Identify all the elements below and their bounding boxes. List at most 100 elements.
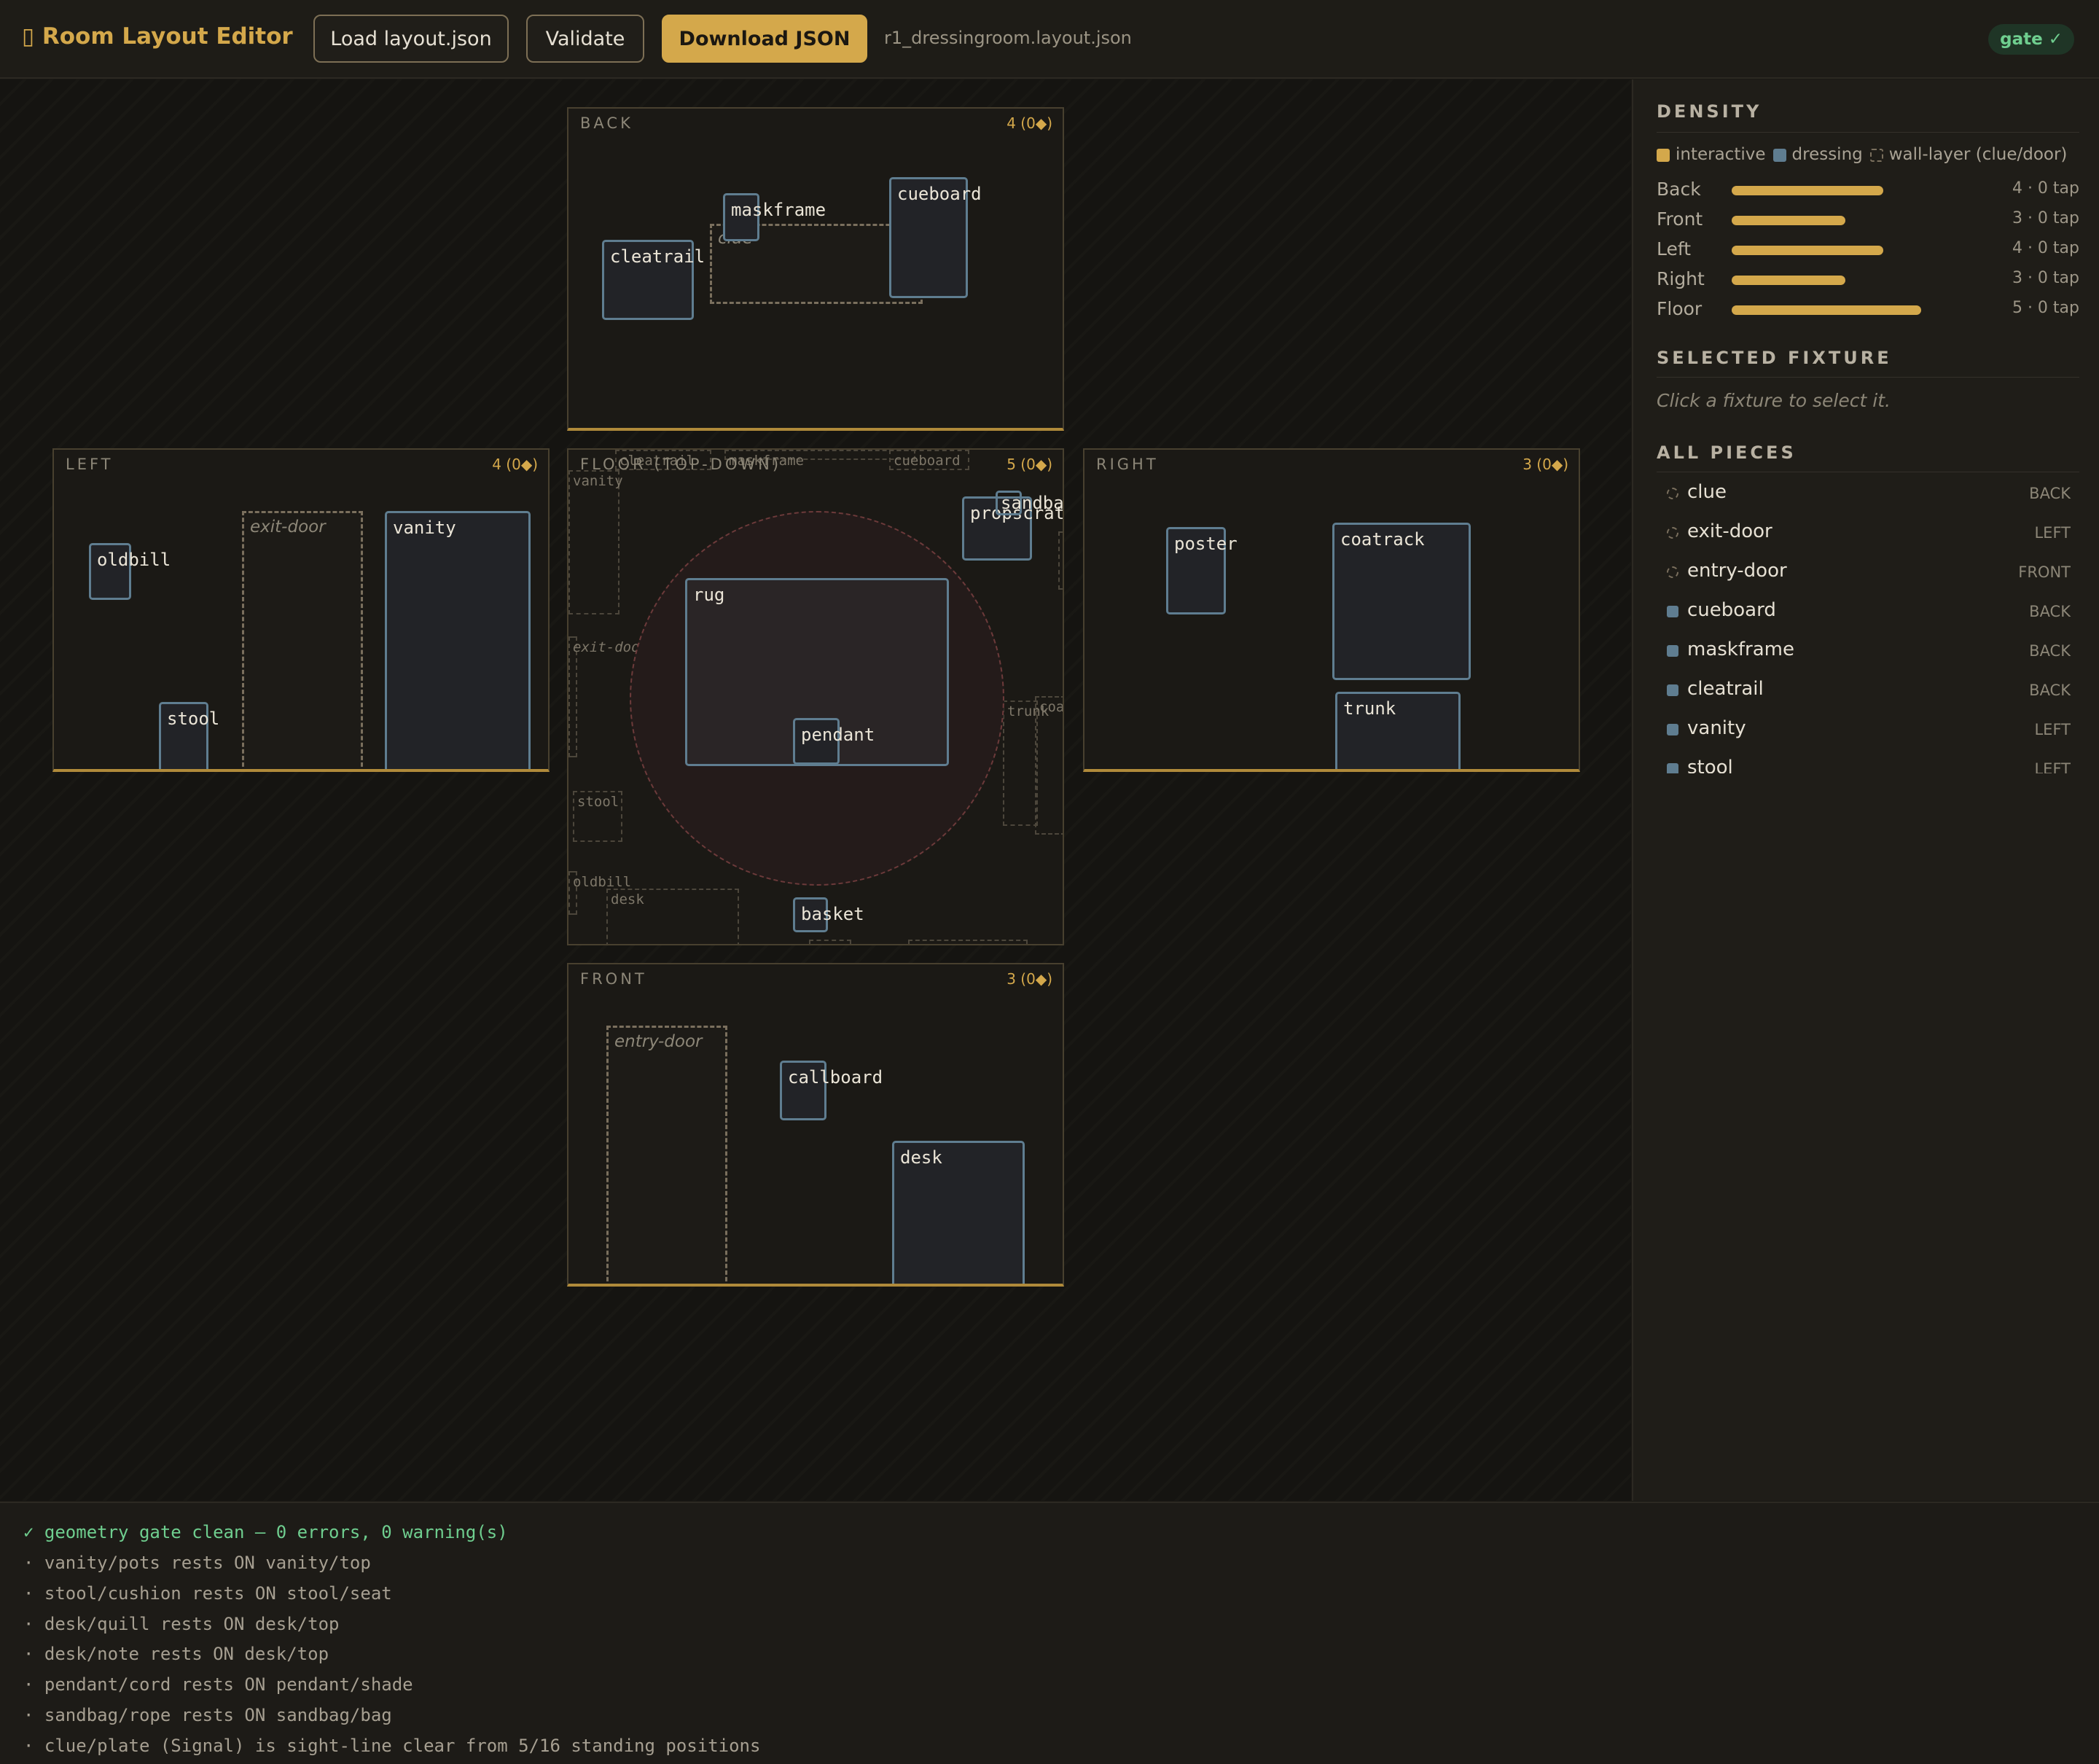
face-left[interactable]: LEFT 4 (0◆) exit-door oldbill stool vani…: [52, 448, 550, 772]
log-line: · pendant/cord rests ON pendant/shade: [23, 1674, 413, 1695]
fixture-label: callboard: [788, 1067, 883, 1088]
piece-face: LEFT: [2034, 524, 2071, 542]
face-floor-label: FLOOR (TOP-DOWN): [580, 456, 782, 473]
ghost-cueboard: cueboard: [889, 450, 969, 470]
layout-filename: r1_dressingroom.layout.json: [884, 28, 1132, 48]
face-floor-count: 5 (0◆): [1006, 456, 1052, 473]
ghost-edge-a: [809, 940, 851, 944]
face-floor[interactable]: cleatrail maskframe cueboard vanity exit…: [567, 448, 1064, 945]
sidebar: DENSITY interactive dressing wall-layer …: [1632, 79, 2099, 1501]
fixture-label: coatrack: [1340, 529, 1425, 550]
ghost-oldbill: oldbill: [568, 871, 631, 915]
toolbar: ▯ Room Layout Editor Load layout.json Va…: [0, 0, 2099, 79]
piece-stool[interactable]: stool LEFT: [1657, 749, 2079, 773]
fixture-maskframe[interactable]: maskframe: [723, 193, 826, 241]
dressing-icon: [1667, 763, 1678, 773]
ghost-label: oldbill: [573, 874, 632, 890]
fixture-label: rug: [693, 585, 725, 605]
fixture-label: desk: [900, 1147, 942, 1168]
fixture-trunk[interactable]: trunk: [1335, 692, 1461, 769]
ghost-label: coatrack: [1039, 699, 1064, 715]
divider: [1657, 132, 2079, 133]
fixture-label: cleatrail: [610, 246, 705, 267]
fixture-sandbag[interactable]: sandbag: [996, 491, 1063, 515]
density-name: Floor: [1657, 298, 1703, 319]
wall-entry-door[interactable]: entry-door: [606, 1026, 727, 1284]
density-legend: interactive dressing wall-layer (clue/do…: [1657, 145, 2067, 164]
log-line: · desk/quill rests ON desk/top: [23, 1614, 340, 1634]
legend-interactive: interactive: [1657, 145, 1766, 164]
density-name: Front: [1657, 208, 1703, 230]
piece-maskframe[interactable]: maskframe BACK: [1657, 631, 2079, 670]
validation-console: ✓ geometry gate clean — 0 errors, 0 warn…: [0, 1502, 2099, 1764]
fixture-cleatrail[interactable]: cleatrail: [602, 240, 705, 320]
piece-face: LEFT: [2034, 721, 2071, 738]
piece-name: entry-door: [1687, 560, 1787, 582]
dressing-swatch-icon: [1772, 148, 1786, 162]
gate-status-badge: gate ✓: [1988, 24, 2074, 55]
fixture-label: maskframe: [731, 200, 826, 220]
fixture-label: sandbag: [1001, 493, 1064, 513]
wall-exit-door-label: exit-door: [250, 518, 326, 536]
face-right[interactable]: RIGHT 3 (0◆) poster coatrack trunk: [1083, 448, 1580, 772]
fixture-coatrack[interactable]: coatrack: [1332, 523, 1471, 680]
face-back-count: 4 (0◆): [1006, 114, 1052, 132]
density-value: 4 · 0 tap: [2012, 179, 2079, 198]
fixture-stool[interactable]: stool: [159, 702, 219, 769]
piece-clue[interactable]: clue BACK: [1657, 473, 2079, 512]
download-json-button[interactable]: Download JSON: [662, 15, 867, 63]
fixture-label: vanity: [393, 518, 456, 538]
ghost-stool: stool: [573, 791, 622, 842]
legend-wall: wall-layer (clue/door): [1869, 145, 2068, 164]
piece-name: vanity: [1687, 717, 1746, 739]
piece-name: clue: [1687, 481, 1727, 503]
divider: [1657, 377, 2079, 378]
wall-layer-icon: [1667, 566, 1678, 578]
density-bar: [1732, 276, 1845, 285]
density-name: Left: [1657, 238, 1692, 259]
fixture-poster[interactable]: poster: [1166, 527, 1238, 614]
layout-canvas: BACK 4 (0◆) clue cleatrail maskframe cue…: [0, 79, 1631, 1501]
piece-entry-door[interactable]: entry-door FRONT: [1657, 552, 2079, 591]
piece-cueboard[interactable]: cueboard BACK: [1657, 591, 2079, 631]
wall-entry-door-label: entry-door: [614, 1032, 703, 1051]
piece-vanity[interactable]: vanity LEFT: [1657, 709, 2079, 749]
fixture-desk[interactable]: desk: [892, 1141, 1025, 1284]
ghost-edge-c: [1058, 531, 1063, 590]
piece-cleatrail[interactable]: cleatrail BACK: [1657, 670, 2079, 709]
fixture-callboard[interactable]: callboard: [780, 1061, 883, 1120]
face-front[interactable]: FRONT 3 (0◆) entry-door callboard desk: [567, 963, 1064, 1287]
pieces-list[interactable]: clue BACK exit-door LEFT entry-door FRON…: [1657, 473, 2079, 773]
load-layout-button[interactable]: Load layout.json: [313, 15, 509, 63]
legend-dressing-label: dressing: [1791, 145, 1863, 164]
fixture-basket[interactable]: basket: [793, 897, 864, 932]
fixture-oldbill[interactable]: oldbill: [89, 543, 171, 600]
face-front-label: FRONT: [580, 970, 647, 988]
log-line: · desk/note rests ON desk/top: [23, 1644, 329, 1664]
density-bar: [1732, 246, 1883, 255]
log-line-summary: ✓ geometry gate clean — 0 errors, 0 warn…: [23, 1522, 508, 1542]
ghost-edge-b: [908, 940, 1028, 944]
log-line: · sandbag/rope rests ON sandbag/bag: [23, 1705, 392, 1725]
fixture-pendant[interactable]: pendant: [793, 718, 875, 765]
app-title: ▯ Room Layout Editor: [22, 23, 293, 50]
fixture-label: pendant: [801, 725, 875, 745]
interactive-swatch-icon: [1657, 148, 1670, 162]
legend-wall-label: wall-layer (clue/door): [1888, 145, 2068, 164]
density-name: Right: [1657, 268, 1705, 289]
fixture-cueboard[interactable]: cueboard: [889, 177, 982, 298]
ghost-label: vanity: [573, 473, 623, 489]
fixture-vanity[interactable]: vanity: [385, 511, 531, 769]
fixture-label: oldbill: [97, 550, 171, 570]
ghost-label: stool: [577, 794, 619, 810]
validate-button[interactable]: Validate: [526, 15, 644, 63]
fixture-label: basket: [801, 904, 864, 924]
ghost-coatrack: coatrack: [1035, 696, 1064, 835]
face-left-label: LEFT: [66, 456, 114, 473]
wall-exit-door[interactable]: exit-door: [242, 511, 363, 769]
face-right-label: RIGHT: [1096, 456, 1159, 473]
face-back[interactable]: BACK 4 (0◆) clue cleatrail maskframe cue…: [567, 107, 1064, 431]
piece-exit-door[interactable]: exit-door LEFT: [1657, 512, 2079, 552]
face-right-count: 3 (0◆): [1523, 456, 1568, 473]
dressing-icon: [1667, 606, 1678, 617]
